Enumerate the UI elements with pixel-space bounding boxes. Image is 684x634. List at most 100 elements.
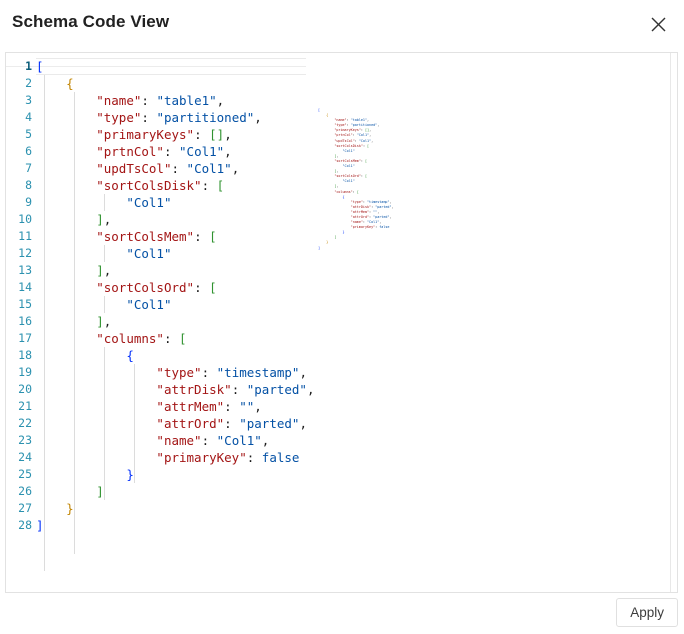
line-number: 24 — [18, 450, 32, 464]
code-token: } — [126, 467, 134, 482]
code-line: ] — [36, 483, 312, 500]
code-token: "sortColsDisk" — [96, 178, 202, 193]
line-number: 15 — [18, 297, 32, 311]
code-token: ] — [96, 212, 104, 227]
code-token: "primaryKey" — [156, 450, 247, 465]
code-line: "Col1" — [36, 194, 312, 211]
code-token: [] — [209, 127, 225, 142]
line-number: 13 — [18, 263, 32, 277]
code-token: : — [246, 450, 262, 465]
code-token: : — [163, 144, 180, 159]
code-line: "Col1" — [36, 296, 312, 313]
code-line: "updTsCol": "Col1", — [36, 160, 312, 177]
code-token: : — [224, 416, 240, 431]
dialog-header: Schema Code View — [0, 0, 684, 52]
code-token: false — [261, 450, 300, 465]
code-token: , — [231, 161, 240, 176]
line-number: 6 — [25, 144, 32, 158]
line-number: 9 — [25, 195, 32, 209]
dialog-footer: Apply — [0, 593, 684, 634]
minimap-slider[interactable] — [318, 108, 670, 268]
code-line: "name": "Col1", — [36, 432, 312, 449]
code-content[interactable]: [ { "name": "table1", "type": "partition… — [36, 58, 312, 589]
line-number: 11 — [18, 229, 32, 243]
code-token: "partitioned" — [156, 110, 255, 125]
code-token: "sortColsOrd" — [96, 280, 195, 295]
code-token: : — [141, 110, 157, 125]
code-token: "Col1" — [126, 195, 172, 210]
code-token: : — [201, 365, 217, 380]
code-token: [ — [209, 280, 217, 295]
code-token: "columns" — [96, 331, 164, 346]
code-token: ] — [96, 263, 104, 278]
code-line: "sortColsMem": [ — [36, 228, 312, 245]
code-line: "primaryKeys": [], — [36, 126, 312, 143]
code-token: , — [224, 127, 232, 142]
page-title: Schema Code View — [12, 12, 170, 31]
code-token: "updTsCol" — [96, 161, 172, 176]
code-token: "attrMem" — [156, 399, 225, 414]
line-number-gutter: 1 2 3 4 5 6 7 8 9 10 11 12 13 14 15 16 17 18 19 20 21 22 23 24 2… — [6, 58, 32, 534]
code-line: "prtnCol": "Col1", — [36, 143, 312, 160]
code-token: "parted" — [246, 382, 307, 397]
code-token: , — [261, 433, 270, 448]
apply-button[interactable]: Apply — [616, 598, 678, 627]
close-icon[interactable] — [644, 10, 672, 38]
code-token: [ — [36, 59, 44, 74]
code-token: "name" — [96, 93, 142, 108]
code-token: : — [194, 280, 210, 295]
code-token: "type" — [156, 365, 202, 380]
code-line: ] — [36, 517, 312, 534]
code-token: "Col1" — [126, 246, 172, 261]
code-token: : — [231, 382, 247, 397]
code-token: , — [224, 144, 232, 159]
code-line: ], — [36, 262, 312, 279]
code-token: : — [224, 399, 240, 414]
code-line: } — [36, 466, 312, 483]
code-line: "sortColsDisk": [ — [36, 177, 312, 194]
code-line: ], — [36, 313, 312, 330]
code-line: { — [36, 75, 312, 92]
line-number: 5 — [25, 127, 32, 141]
line-number: 26 — [18, 484, 32, 498]
code-token: , — [103, 263, 112, 278]
code-token: "table1" — [156, 93, 217, 108]
code-line: "name": "table1", — [36, 92, 312, 109]
code-token: ] — [96, 484, 104, 499]
line-number: 18 — [18, 348, 32, 362]
code-token: , — [299, 365, 307, 380]
code-token: [ — [216, 178, 225, 193]
code-token: "type" — [96, 110, 142, 125]
code-token: "Col1" — [126, 297, 172, 312]
code-editor[interactable]: 1 2 3 4 5 6 7 8 9 10 11 12 13 14 15 16 17 18 19 20 21 22 23 24 2… — [5, 52, 678, 593]
code-token: "timestamp" — [216, 365, 300, 380]
code-token: "Col1" — [216, 433, 262, 448]
code-token: "Col1" — [186, 161, 232, 176]
code-token: [ — [209, 229, 217, 244]
line-number: 22 — [18, 416, 32, 430]
code-line: "sortColsOrd": [ — [36, 279, 312, 296]
code-token: ] — [96, 314, 104, 329]
code-line: "primaryKey": false — [36, 449, 312, 466]
line-number: 14 — [18, 280, 32, 294]
line-number: 12 — [18, 246, 32, 260]
code-token: : — [201, 433, 217, 448]
line-number: 25 — [18, 467, 32, 481]
code-line: "attrDisk": "parted", — [36, 381, 312, 398]
code-token: "attrDisk" — [156, 382, 232, 397]
line-number: 16 — [18, 314, 32, 328]
line-number: 20 — [18, 382, 32, 396]
line-number: 23 — [18, 433, 32, 447]
code-token: } — [66, 501, 74, 516]
code-token: : — [201, 178, 217, 193]
code-token: [ — [179, 331, 187, 346]
code-token: "Col1" — [179, 144, 225, 159]
code-token: , — [254, 110, 262, 125]
line-number: 28 — [18, 518, 32, 532]
code-line: "type": "partitioned", — [36, 109, 312, 126]
line-number: 2 — [25, 76, 32, 90]
code-token: , — [216, 93, 225, 108]
line-number: 4 — [25, 110, 32, 124]
line-number: 3 — [25, 93, 32, 107]
code-token: { — [66, 76, 74, 91]
